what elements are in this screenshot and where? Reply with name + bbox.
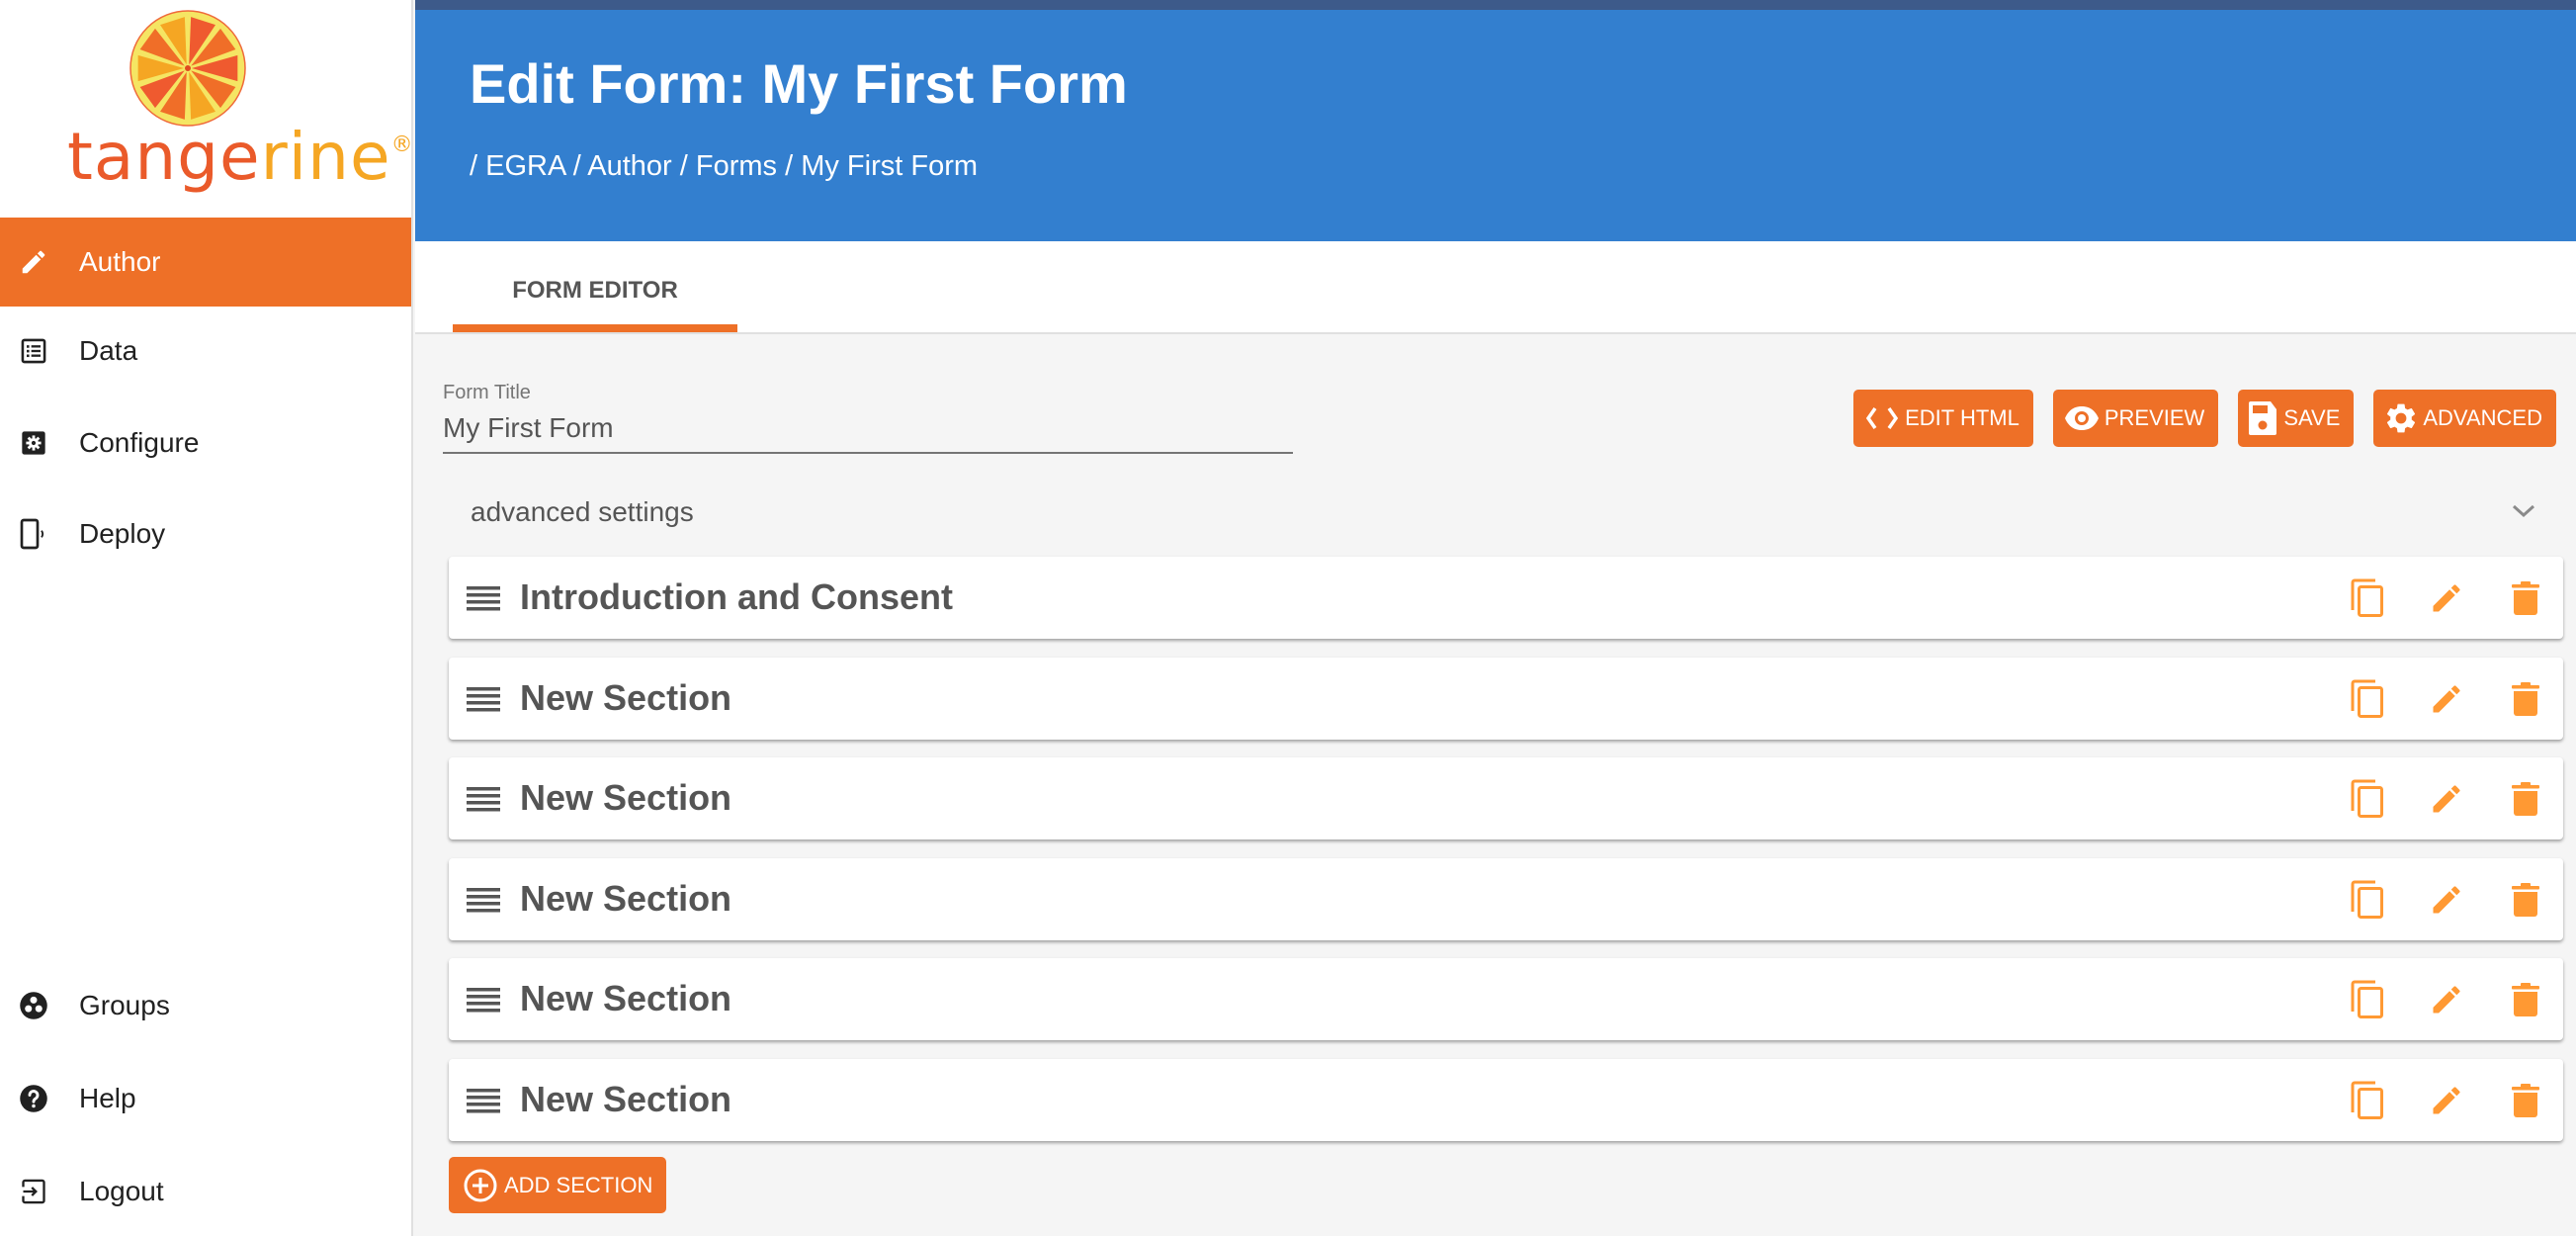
- chevron-down-icon: [2512, 504, 2535, 518]
- delete-trash-icon[interactable]: [2508, 681, 2543, 717]
- copy-icon[interactable]: [2350, 679, 2385, 718]
- logo-text-a: tange: [67, 119, 261, 195]
- help-icon: [18, 1083, 49, 1114]
- section-title: New Section: [520, 978, 732, 1018]
- form-title-label: Form Title: [443, 382, 531, 403]
- tab-form-editor[interactable]: FORM EDITOR: [453, 241, 737, 332]
- logo-text-b: rine: [260, 119, 391, 195]
- sidebar-item-groups[interactable]: Groups: [0, 961, 411, 1050]
- tangerine-logo-text: tangerine®: [67, 119, 414, 195]
- copy-icon[interactable]: [2350, 779, 2385, 818]
- tangerine-logo: tangerine®: [0, 0, 414, 208]
- groups-icon: [18, 990, 49, 1021]
- edit-pencil-icon[interactable]: [2429, 1083, 2464, 1118]
- drag-handle-icon[interactable]: [467, 986, 500, 1018]
- form-title-input[interactable]: [443, 410, 1293, 454]
- page-title: Edit Form: My First Form: [470, 52, 1128, 115]
- sidebar: tangerine® Author Data Configure Deploy …: [0, 0, 413, 1236]
- tangerine-logo-icon: [129, 10, 246, 127]
- section-title: New Section: [520, 777, 732, 818]
- list-icon: [18, 335, 49, 367]
- section-title: New Section: [520, 878, 732, 919]
- eye-icon: [2064, 406, 2099, 430]
- advanced-settings-expander[interactable]: advanced settings: [443, 486, 2564, 542]
- section-card: New Section: [449, 1059, 2563, 1141]
- edit-pencil-icon[interactable]: [2429, 580, 2464, 616]
- add-section-button[interactable]: ADD SECTION: [449, 1157, 667, 1213]
- edit-pencil-icon[interactable]: [2429, 882, 2464, 918]
- sidebar-item-deploy[interactable]: Deploy: [0, 489, 411, 578]
- code-icon: [1865, 406, 1899, 430]
- tab-bar: FORM EDITOR: [415, 241, 2576, 334]
- page-header: Edit Form: My First Form / EGRA / Author…: [415, 10, 2576, 241]
- section-title: New Section: [520, 1079, 732, 1119]
- sidebar-item-help[interactable]: Help: [0, 1054, 411, 1143]
- sidebar-item-logout[interactable]: Logout: [0, 1147, 411, 1236]
- sidebar-item-label: Configure: [79, 427, 200, 458]
- form-title-field: Form Title: [443, 382, 1293, 454]
- phone-signal-icon: [18, 518, 49, 550]
- delete-trash-icon[interactable]: [2508, 982, 2543, 1017]
- sidebar-item-label: Deploy: [79, 518, 166, 549]
- gear-icon: [2387, 403, 2416, 433]
- sidebar-item-label: Data: [79, 335, 138, 366]
- preview-label: PREVIEW: [2104, 405, 2205, 430]
- tab-label: FORM EDITOR: [512, 277, 678, 304]
- copy-icon[interactable]: [2350, 880, 2385, 919]
- form-toolbar: EDIT HTML PREVIEW SAVE ADVANCED: [1853, 390, 2556, 447]
- edit-pencil-icon[interactable]: [2429, 681, 2464, 717]
- sidebar-item-label: Author: [79, 246, 161, 277]
- drag-handle-icon[interactable]: [467, 886, 500, 919]
- drag-handle-icon[interactable]: [467, 1087, 500, 1119]
- delete-trash-icon[interactable]: [2508, 580, 2543, 616]
- section-title: Introduction and Consent: [520, 576, 953, 617]
- sidebar-item-label: Groups: [79, 990, 170, 1020]
- section-card: New Section: [449, 658, 2563, 740]
- add-circle-icon: [464, 1169, 497, 1201]
- add-section-label: ADD SECTION: [504, 1172, 653, 1197]
- preview-button[interactable]: PREVIEW: [2052, 390, 2219, 447]
- advanced-label: ADVANCED: [2423, 405, 2542, 430]
- sidebar-item-data[interactable]: Data: [0, 307, 411, 396]
- main-content: Edit Form: My First Form / EGRA / Author…: [415, 0, 2576, 1236]
- pencil-icon: [18, 246, 49, 278]
- copy-icon[interactable]: [2350, 578, 2385, 617]
- gear-box-icon: [18, 427, 49, 459]
- copy-icon[interactable]: [2350, 980, 2385, 1018]
- save-button[interactable]: SAVE: [2238, 390, 2355, 447]
- registered-mark: ®: [390, 132, 414, 157]
- section-card: New Section: [449, 858, 2563, 940]
- section-card: New Section: [449, 757, 2563, 839]
- save-icon: [2249, 401, 2277, 435]
- delete-trash-icon[interactable]: [2508, 1083, 2543, 1118]
- drag-handle-icon[interactable]: [467, 785, 500, 818]
- copy-icon[interactable]: [2350, 1081, 2385, 1119]
- edit-pencil-icon[interactable]: [2429, 982, 2464, 1017]
- tab-active-indicator: [453, 324, 737, 332]
- drag-handle-icon[interactable]: [467, 584, 500, 617]
- save-label: SAVE: [2283, 405, 2341, 430]
- section-card: Introduction and Consent: [449, 557, 2563, 639]
- breadcrumb: / EGRA / Author / Forms / My First Form: [470, 150, 979, 182]
- logout-icon: [18, 1176, 49, 1207]
- advanced-button[interactable]: ADVANCED: [2373, 390, 2556, 447]
- sidebar-item-author[interactable]: Author: [0, 218, 411, 307]
- drag-handle-icon[interactable]: [467, 685, 500, 718]
- sidebar-item-label: Logout: [79, 1176, 164, 1206]
- section-card: New Section: [449, 958, 2563, 1040]
- delete-trash-icon[interactable]: [2508, 781, 2543, 817]
- edit-html-label: EDIT HTML: [1905, 405, 2019, 430]
- edit-html-button[interactable]: EDIT HTML: [1853, 390, 2033, 447]
- delete-trash-icon[interactable]: [2508, 882, 2543, 918]
- advanced-settings-label: advanced settings: [471, 496, 694, 527]
- edit-pencil-icon[interactable]: [2429, 781, 2464, 817]
- sidebar-item-configure[interactable]: Configure: [0, 398, 411, 487]
- section-title: New Section: [520, 677, 732, 718]
- sidebar-item-label: Help: [79, 1083, 136, 1113]
- top-strip: [415, 0, 2576, 10]
